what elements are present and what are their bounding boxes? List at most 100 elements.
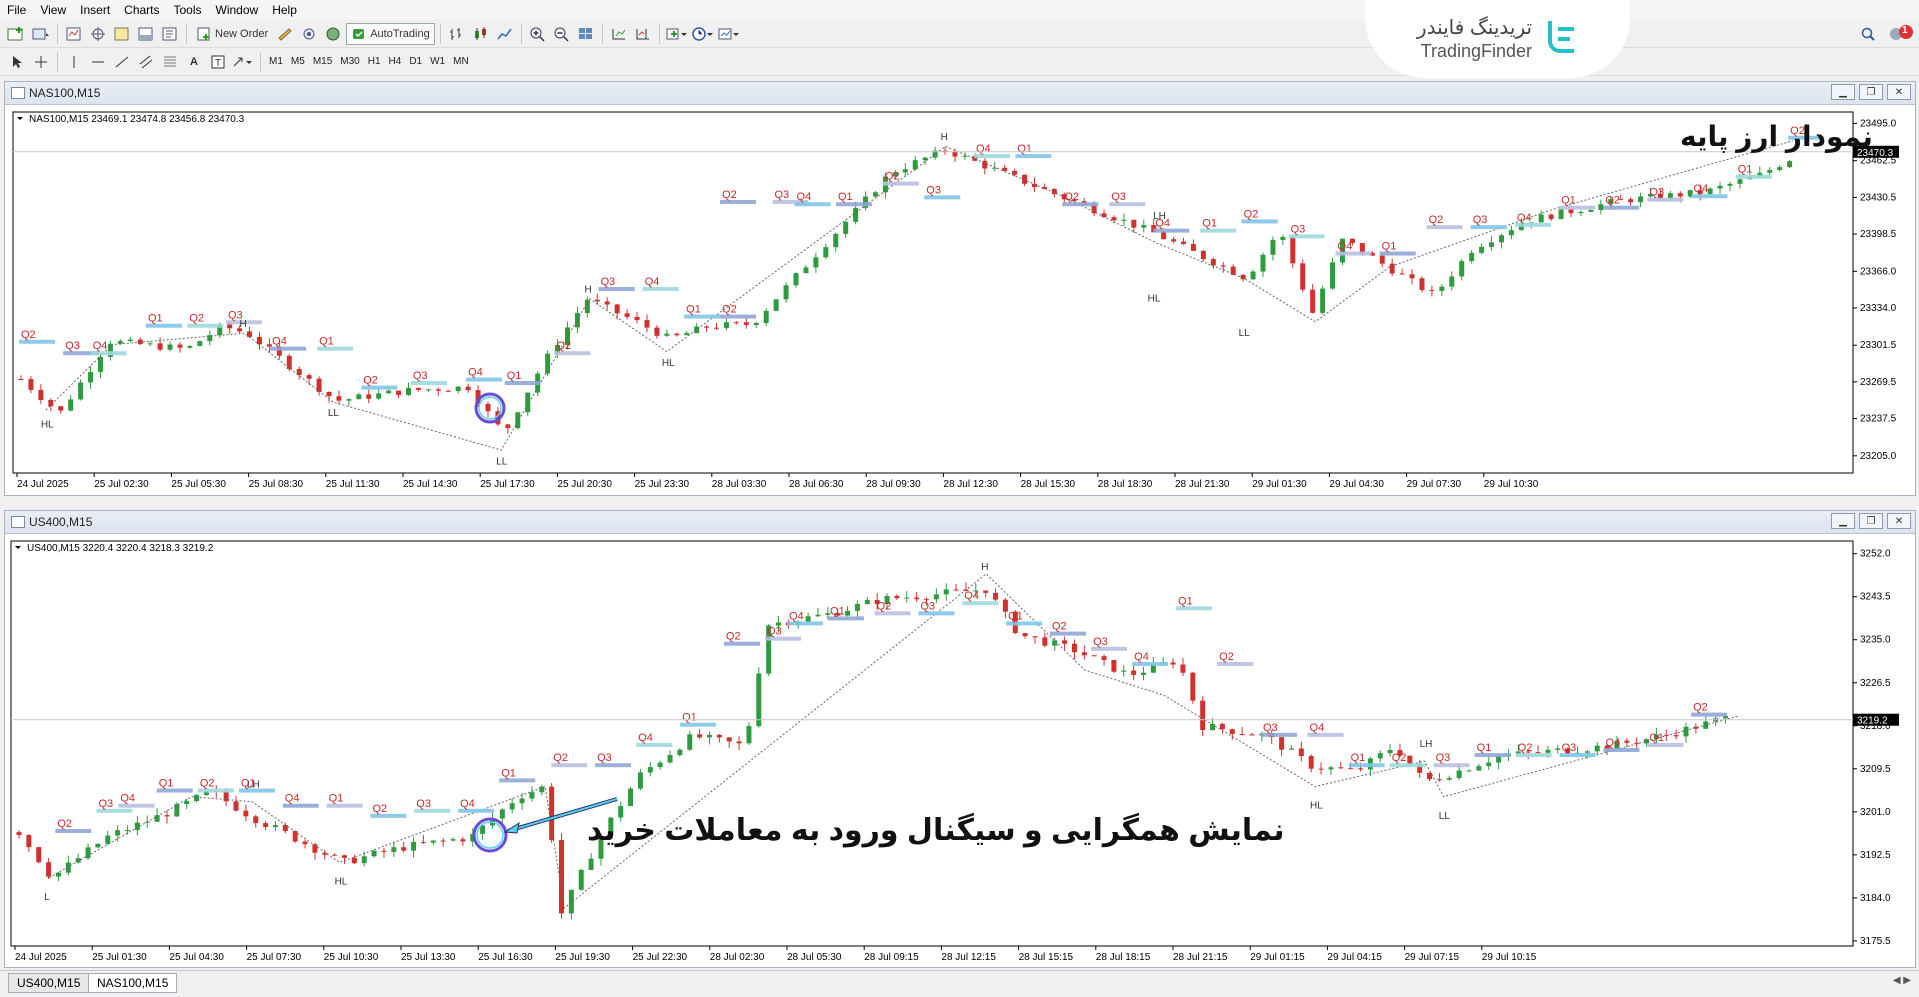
candle-body [614, 304, 620, 314]
candle-body [1290, 236, 1296, 264]
periods-icon[interactable] [691, 23, 715, 45]
candle-body [127, 339, 133, 342]
indicators-icon[interactable] [665, 23, 689, 45]
navigator-icon[interactable] [111, 23, 133, 45]
channel-icon[interactable] [135, 51, 157, 73]
timeframe-h4[interactable]: H4 [385, 52, 406, 72]
menu-view[interactable]: View [33, 0, 73, 20]
quarter-label: Q2 [556, 340, 571, 352]
signals-icon[interactable] [298, 23, 320, 45]
zoom-in-icon[interactable] [527, 23, 549, 45]
timeframe-m30[interactable]: M30 [336, 52, 363, 72]
candle-body [332, 854, 338, 856]
market-icon[interactable] [322, 23, 344, 45]
bar-chart-icon[interactable] [446, 23, 468, 45]
autotrading-button[interactable]: AutoTrading [346, 22, 435, 45]
candle-body [773, 299, 779, 311]
swing-label: HL [1148, 294, 1161, 305]
timeframe-h1[interactable]: H1 [364, 52, 385, 72]
candle-body [306, 375, 312, 379]
candle-body [1239, 733, 1245, 735]
nas100-chart[interactable]: NAS100,M15 23469.1 23474.8 23456.8 23470… [5, 104, 1915, 495]
crosshair-data-icon[interactable] [87, 23, 109, 45]
candle-body [746, 726, 752, 744]
market-watch-icon[interactable] [63, 23, 85, 45]
metaeditor-icon[interactable] [274, 23, 296, 45]
cursor-icon[interactable] [6, 51, 28, 73]
timeframe-m5[interactable]: M5 [287, 52, 309, 72]
quarter-label: Q1 [319, 336, 334, 348]
crosshair-icon[interactable] [30, 51, 52, 73]
text-icon[interactable]: A [183, 51, 205, 73]
quarter-label: Q3 [926, 184, 941, 196]
templates-icon[interactable] [717, 23, 741, 45]
chart-window-titlebar: US400,M15 ▁ ❐ ✕ [5, 511, 1915, 534]
zoom-out-icon[interactable] [551, 23, 573, 45]
restore-button[interactable]: ❐ [1859, 84, 1883, 100]
chart-shift-icon[interactable] [632, 23, 654, 45]
timeframe-mn[interactable]: MN [449, 52, 473, 72]
horizontal-line-icon[interactable] [87, 51, 109, 73]
trendline-icon[interactable] [111, 51, 133, 73]
menu-help[interactable]: Help [265, 0, 304, 20]
menu-window[interactable]: Window [209, 0, 266, 20]
terminal-icon[interactable] [135, 23, 157, 45]
tester-icon[interactable] [159, 23, 181, 45]
us400-chart[interactable]: US400,M15 3220.4 3220.4 3218.3 3219.2 325… [5, 533, 1915, 967]
quarter-label: Q3 [920, 600, 935, 612]
fibonacci-icon[interactable] [159, 51, 181, 73]
vertical-line-icon[interactable] [63, 51, 85, 73]
timeframe-w1[interactable]: W1 [426, 52, 449, 72]
new-order-button[interactable]: New Order [192, 23, 272, 45]
notifications-icon[interactable]: 1 [1888, 22, 1914, 46]
arrows-icon[interactable] [231, 51, 255, 73]
tile-windows-icon[interactable] [575, 23, 597, 45]
new-chart-icon[interactable] [6, 23, 28, 45]
logo-text: تریدینگ فایندر TradingFinder [1417, 16, 1532, 62]
candle-body [1359, 243, 1365, 253]
candle-body [282, 825, 288, 832]
timeframe-m1[interactable]: M1 [265, 52, 287, 72]
timeframe-m15[interactable]: M15 [309, 52, 336, 72]
candle-body [864, 600, 870, 605]
candle-body [1318, 768, 1324, 770]
x-tick-label: 28 Jul 12:30 [943, 479, 998, 490]
candle-body [943, 589, 949, 595]
minimize-button[interactable]: ▁ [1831, 84, 1855, 100]
candle-body [263, 823, 269, 827]
candlestick-chart-icon[interactable] [470, 23, 492, 45]
candle-body [716, 734, 722, 738]
tabs-scroll-icon[interactable]: ◀ ▶ [1893, 975, 1911, 986]
candle-body [992, 167, 998, 169]
timeframe-d1[interactable]: D1 [405, 52, 426, 72]
candle-body [272, 825, 278, 827]
tab-us400[interactable]: US400,M15 [8, 973, 90, 993]
candle-body [95, 843, 101, 848]
menu-file[interactable]: File [0, 0, 33, 20]
close-button[interactable]: ✕ [1887, 84, 1911, 100]
close-button[interactable]: ✕ [1887, 513, 1911, 529]
tab-nas100[interactable]: NAS100,M15 [88, 973, 178, 993]
swing-label: L [44, 892, 50, 903]
menu-insert[interactable]: Insert [73, 0, 117, 20]
candle-body [292, 831, 298, 842]
line-chart-icon[interactable] [494, 23, 516, 45]
search-icon[interactable] [1860, 22, 1876, 46]
x-tick-label: 25 Jul 23:30 [635, 479, 690, 490]
menu-charts[interactable]: Charts [117, 0, 166, 20]
quarter-label: Q4 [1134, 651, 1149, 663]
restore-button[interactable]: ❐ [1859, 513, 1883, 529]
x-tick-label: 25 Jul 11:30 [326, 479, 380, 490]
minimize-button[interactable]: ▁ [1831, 513, 1855, 529]
quarter-label: Q2 [21, 329, 36, 341]
auto-scroll-icon[interactable] [608, 23, 630, 45]
x-tick-label: 24 Jul 2025 [15, 952, 67, 963]
menu-tools[interactable]: Tools [167, 0, 209, 20]
profiles-icon[interactable] [30, 23, 52, 45]
text-label-icon[interactable]: T [207, 51, 229, 73]
annotation-base-currency: نمودار ارز پایه [1680, 121, 1873, 152]
candle-body [460, 839, 466, 842]
candle-body [1459, 261, 1465, 277]
candle-body [733, 322, 739, 324]
candle-body [1279, 737, 1285, 750]
